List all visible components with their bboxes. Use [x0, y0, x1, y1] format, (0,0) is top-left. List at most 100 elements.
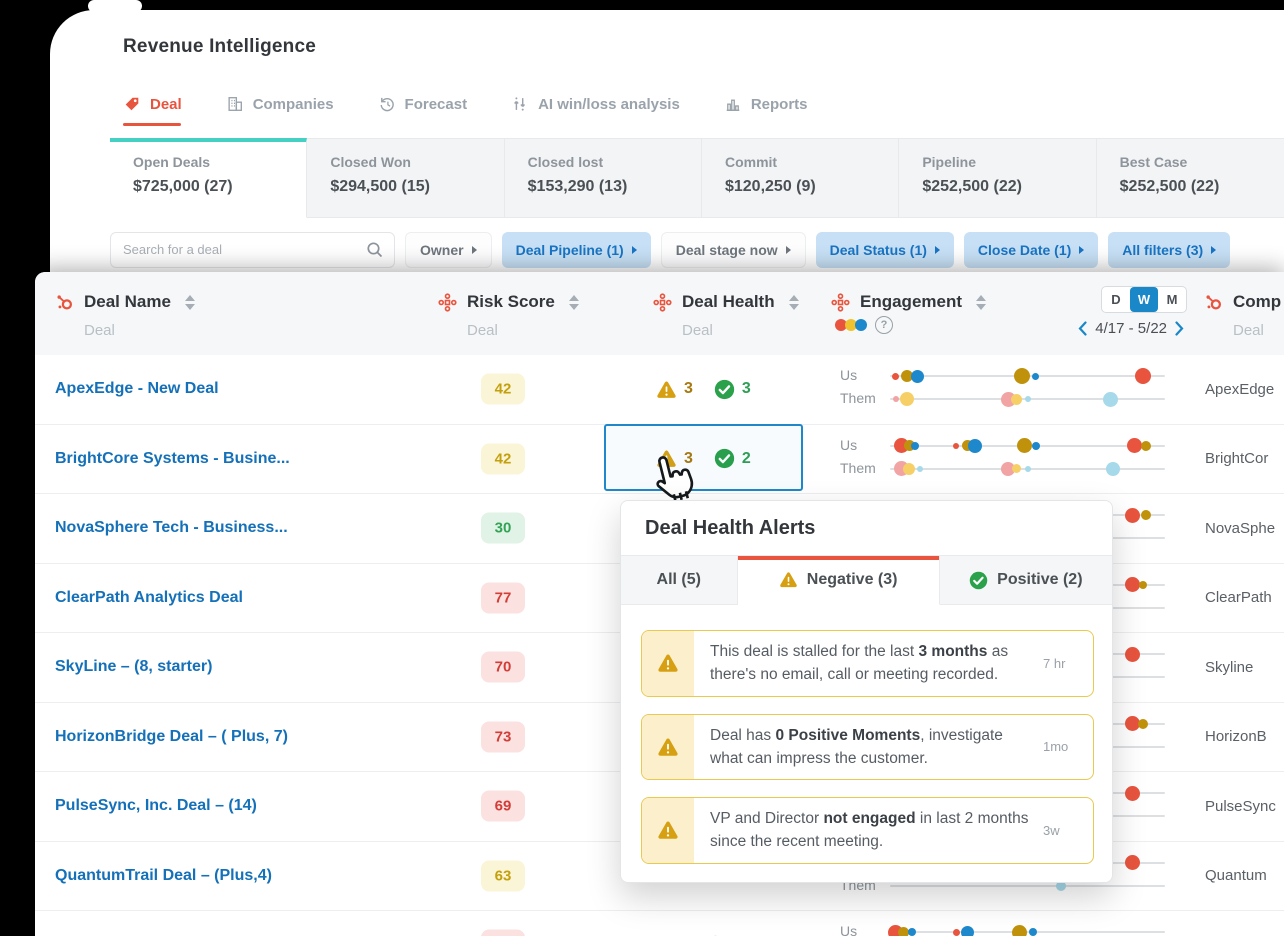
summary-card-commit[interactable]: Commit $120,250 (9)	[701, 138, 900, 218]
deal-health-cell[interactable]: 33	[656, 355, 751, 424]
popup-tab-all-5[interactable]: All (5)	[621, 556, 738, 605]
ai-winloss-icon	[511, 95, 529, 113]
column-header-company: Comp Deal	[1190, 272, 1284, 355]
engagement-them-label: Them	[840, 390, 876, 406]
deal-name-link[interactable]: SkyLine – (8, starter)	[55, 633, 212, 702]
tab-forecast[interactable]: Forecast	[378, 95, 467, 113]
engagement-dot	[910, 441, 919, 450]
tab-reports[interactable]: Reports	[724, 95, 808, 113]
engagement-them-track	[890, 880, 1165, 891]
sort-arrows-icon[interactable]	[976, 294, 987, 310]
column-label: Deal Name	[84, 292, 171, 311]
selected-health-cell[interactable]	[604, 424, 803, 491]
engagement-dot	[960, 925, 974, 936]
engagement-dot	[1102, 391, 1118, 407]
table-row[interactable]: ApexEdge - New Deal 42 3 3 Us Them ApexEdge	[35, 355, 1284, 425]
company-name: BrightCor	[1205, 450, 1269, 468]
tab-label: Companies	[252, 95, 334, 113]
deal-icon	[123, 95, 141, 113]
caret-right-icon	[1079, 246, 1085, 254]
company-name: NovaSphe	[1205, 519, 1276, 537]
filter-chip-all-filters-3[interactable]: All filters (3)	[1108, 232, 1231, 268]
sort-arrows-icon[interactable]	[568, 294, 579, 310]
engagement-dot	[1105, 461, 1120, 476]
popup-tab-negative-3[interactable]: Negative (3)	[737, 556, 940, 605]
popup-tab-label: Negative (3)	[806, 571, 898, 588]
sort-company[interactable]: Comp	[1204, 292, 1281, 312]
engagement-dot	[968, 438, 983, 453]
reports-icon	[724, 95, 742, 113]
engagement-us-label: Us	[840, 436, 858, 453]
chevron-left-icon[interactable]	[1078, 321, 1087, 336]
summary-card-closed-lost[interactable]: Closed lost $153,290 (13)	[504, 138, 702, 218]
card-value: $725,000 (27)	[133, 178, 233, 195]
table-row[interactable]: UsThem	[35, 911, 1284, 936]
legend-dot	[855, 319, 867, 331]
summary-card-closed-won[interactable]: Closed Won $294,500 (15)	[307, 138, 505, 218]
filter-bar: Owner Deal Pipeline (1) Deal stage now Deal…	[110, 232, 1231, 268]
period-day[interactable]: D	[1102, 287, 1130, 312]
table-header: Deal Name Deal Risk Score Deal Deal Heal…	[35, 272, 1284, 356]
help-icon[interactable]: ?	[875, 316, 893, 334]
chip-label: Owner	[420, 242, 464, 258]
deal-name-link[interactable]: NovaSphere Tech - Business...	[55, 494, 288, 563]
summary-card-open-deals[interactable]: Open Deals $725,000 (27)	[110, 138, 308, 218]
search-icon	[366, 241, 384, 259]
engagement-dot	[892, 396, 899, 402]
alert-timestamp: 7 hr	[1043, 655, 1066, 671]
deal-name-link[interactable]: HorizonBridge Deal – ( Plus, 7)	[55, 703, 288, 772]
deal-health-alerts-popup: Deal Health Alerts All (5) Negative (3) Po…	[620, 500, 1113, 883]
chevron-right-icon[interactable]	[1175, 321, 1184, 336]
engagement-dot	[1124, 646, 1140, 662]
chip-label: Deal Status (1)	[829, 242, 927, 258]
popup-alert-list: This deal is stalled for the last 3 mont…	[621, 605, 1112, 864]
column-sublabel: Deal	[1233, 322, 1264, 339]
period-week[interactable]: W	[1130, 287, 1158, 312]
engagement-them-track	[890, 461, 1165, 476]
popup-tab-positive-2[interactable]: Positive (2)	[939, 556, 1112, 605]
filter-chip-deal-status-1[interactable]: Deal Status (1)	[815, 232, 954, 268]
risk-score-badge: 63	[481, 860, 525, 892]
filter-chip-close-date-1[interactable]: Close Date (1)	[963, 232, 1099, 268]
summary-card-best-case[interactable]: Best Case $252,500 (22)	[1096, 138, 1284, 218]
alert-text: Deal has 0 Positive Moments, investigate…	[710, 726, 1003, 767]
popup-tab-label: All (5)	[656, 571, 701, 588]
engagement-us-label: Us	[840, 367, 858, 383]
engagement-dot	[1139, 580, 1147, 589]
sort-engagement[interactable]: Engagement	[831, 292, 987, 312]
engagement-dot	[1029, 928, 1037, 936]
deal-name-link[interactable]: QuantumTrail Deal – (Plus,4)	[55, 842, 272, 911]
deal-name-link[interactable]: PulseSync, Inc. Deal – (14)	[55, 772, 257, 841]
filter-chip-owner[interactable]: Owner	[405, 232, 492, 268]
engagement-us-label: Us	[840, 923, 858, 936]
deal-health-cell[interactable]	[656, 911, 733, 936]
tab-deal[interactable]: Deal	[123, 95, 182, 113]
company-name: ClearPath	[1205, 589, 1272, 607]
engagement-dot	[1024, 396, 1031, 402]
tab-ai-win-loss-analysis[interactable]: AI win/loss analysis	[511, 95, 680, 113]
caret-right-icon	[934, 246, 940, 254]
period-month[interactable]: M	[1158, 287, 1186, 312]
deal-name-link[interactable]: ApexEdge - New Deal	[55, 355, 219, 424]
sort-deal-health[interactable]: Deal Health	[653, 292, 799, 312]
filter-chip-deal-pipeline-1[interactable]: Deal Pipeline (1)	[501, 232, 651, 268]
card-label: Best Case	[1119, 154, 1188, 170]
sort-deal-name[interactable]: Deal Name	[55, 292, 195, 312]
card-value: $153,290 (13)	[527, 178, 628, 195]
search-input[interactable]	[111, 233, 358, 265]
positive-count: 3	[741, 380, 751, 398]
chip-label: Deal stage now	[675, 242, 778, 258]
summary-card-pipeline[interactable]: Pipeline $252,500 (22)	[899, 138, 1097, 218]
hubspot-sprocket-icon	[1204, 293, 1223, 312]
sort-arrows-icon[interactable]	[788, 294, 799, 310]
sort-risk-score[interactable]: Risk Score	[438, 292, 579, 312]
deal-name-link[interactable]: BrightCore Systems - Busine...	[55, 425, 290, 494]
tab-companies[interactable]: Companies	[226, 95, 334, 113]
period-toggle: D W M	[1101, 286, 1187, 313]
engagement-dot	[1031, 441, 1040, 450]
sort-arrows-icon[interactable]	[184, 294, 195, 310]
filter-chip-deal-stage-now[interactable]: Deal stage now	[660, 232, 806, 268]
alert-strip	[642, 714, 694, 779]
engagement-them-label: Them	[840, 459, 876, 476]
deal-name-link[interactable]: ClearPath Analytics Deal	[55, 564, 243, 633]
